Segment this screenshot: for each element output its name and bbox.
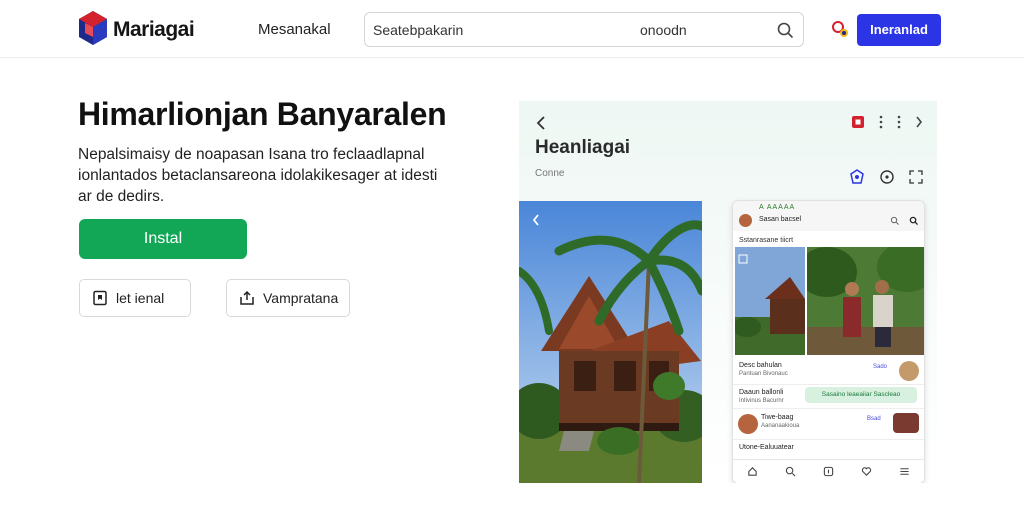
hero-description: Nepalsimaisy de noapasan Isana tro fecla… <box>78 146 438 205</box>
panel-toolbar <box>851 115 923 129</box>
brand-name[interactable]: Mariagai <box>113 18 195 42</box>
header-cta-button[interactable]: Ineranlad <box>857 14 941 46</box>
search-icon[interactable] <box>909 216 918 225</box>
search-bar[interactable]: onoodn <box>364 12 804 47</box>
post-title: Daaun ballonli <box>739 389 784 396</box>
home-icon[interactable] <box>747 466 758 477</box>
app-preview-panel: Heanliagai Conne A AAAAA Sasan bacsel Ss… <box>519 101 937 483</box>
search-input[interactable] <box>373 13 623 46</box>
expand-icon[interactable] <box>909 170 923 184</box>
secondary-button-2[interactable]: Vampratana <box>226 279 350 317</box>
post-title: Utone-Ealuuatear <box>739 444 794 451</box>
list-item[interactable]: Desc bahulan Pantuan Bivonauc <box>739 362 788 377</box>
people-photo-illustration <box>807 247 924 355</box>
phone-photo-grid <box>733 247 924 355</box>
record-icon[interactable] <box>851 115 865 129</box>
post-title: Tiwe-baag <box>761 414 794 421</box>
secondary-button-1-label: let ienal <box>116 290 165 306</box>
more-icon[interactable] <box>897 115 901 129</box>
post-tag: Sado <box>873 364 888 370</box>
house-photo-illustration <box>519 201 702 483</box>
upload-icon <box>240 290 254 305</box>
post-meta: Pantuan Bivonauc <box>739 371 788 377</box>
phone-status-text: A AAAAA <box>759 204 796 211</box>
phone-bottom-nav <box>733 459 924 483</box>
phone-sub-header: Sstanrasane tiicrt <box>739 237 794 244</box>
more-icon[interactable] <box>879 115 883 129</box>
chevron-right-icon[interactable] <box>915 115 923 129</box>
message-icon[interactable] <box>823 466 834 477</box>
phone-mockup: A AAAAA Sasan bacsel Sstanrasane tiicrt <box>732 200 925 483</box>
bookmark-icon <box>93 290 107 306</box>
mariagai-logo-icon[interactable] <box>79 11 107 45</box>
palette-icon[interactable] <box>830 19 852 41</box>
nav-link[interactable]: Mesanakal <box>258 21 331 38</box>
post-thumbnail[interactable] <box>893 413 919 433</box>
secondary-button-1[interactable]: let ienal <box>79 279 191 317</box>
phone-contact-name: Sasan bacsel <box>759 216 802 223</box>
post-meta: Aananaakioua <box>761 423 800 429</box>
divider <box>733 384 924 385</box>
settings-icon[interactable] <box>879 169 895 185</box>
heart-icon[interactable] <box>861 466 872 477</box>
avatar[interactable] <box>899 361 919 381</box>
avatar[interactable] <box>739 214 752 227</box>
install-button[interactable]: Instal <box>79 219 247 259</box>
search-hint: onoodn <box>640 22 687 38</box>
phone-photo-tile[interactable] <box>807 247 924 355</box>
avatar[interactable] <box>738 414 758 434</box>
post-title: Desc bahulan <box>739 362 782 369</box>
divider <box>733 439 924 440</box>
list-item[interactable]: Utone-Ealuuatear <box>739 444 794 451</box>
menu-icon[interactable] <box>899 466 910 477</box>
phone-top-bar: A AAAAA Sasan bacsel <box>733 201 924 231</box>
house-photo[interactable] <box>519 201 702 483</box>
panel-subtitle: Conne <box>535 168 565 179</box>
phone-top-icons <box>890 216 918 225</box>
divider <box>733 408 924 409</box>
secondary-button-2-label: Vampratana <box>263 290 339 306</box>
post-meta: Intivinus Bacurnr <box>739 398 784 404</box>
post-tag: Bsad <box>867 416 881 422</box>
panel-title: Heanliagai <box>535 137 631 158</box>
top-header: Mariagai Mesanakal onoodn Ineranlad <box>0 0 1024 58</box>
search-icon[interactable] <box>785 466 796 477</box>
panel-actions <box>849 169 923 185</box>
chevron-left-icon[interactable] <box>535 115 547 131</box>
list-item[interactable]: Tiwe-baag Aananaakioua <box>761 414 799 429</box>
search-icon[interactable] <box>890 216 899 225</box>
chevron-left-icon[interactable] <box>531 213 541 227</box>
phone-photo-tile[interactable] <box>735 247 805 355</box>
list-item[interactable]: Daaun ballonli Intivinus Bacurnr <box>739 389 784 404</box>
temple-photo-illustration <box>735 247 805 355</box>
shield-icon[interactable] <box>849 169 865 185</box>
search-icon[interactable] <box>775 20 795 40</box>
status-pill[interactable]: Sasaino leaeaiiar Sascleao <box>805 387 917 403</box>
hero-title: Himarlionjan Banyaralen <box>78 96 447 132</box>
